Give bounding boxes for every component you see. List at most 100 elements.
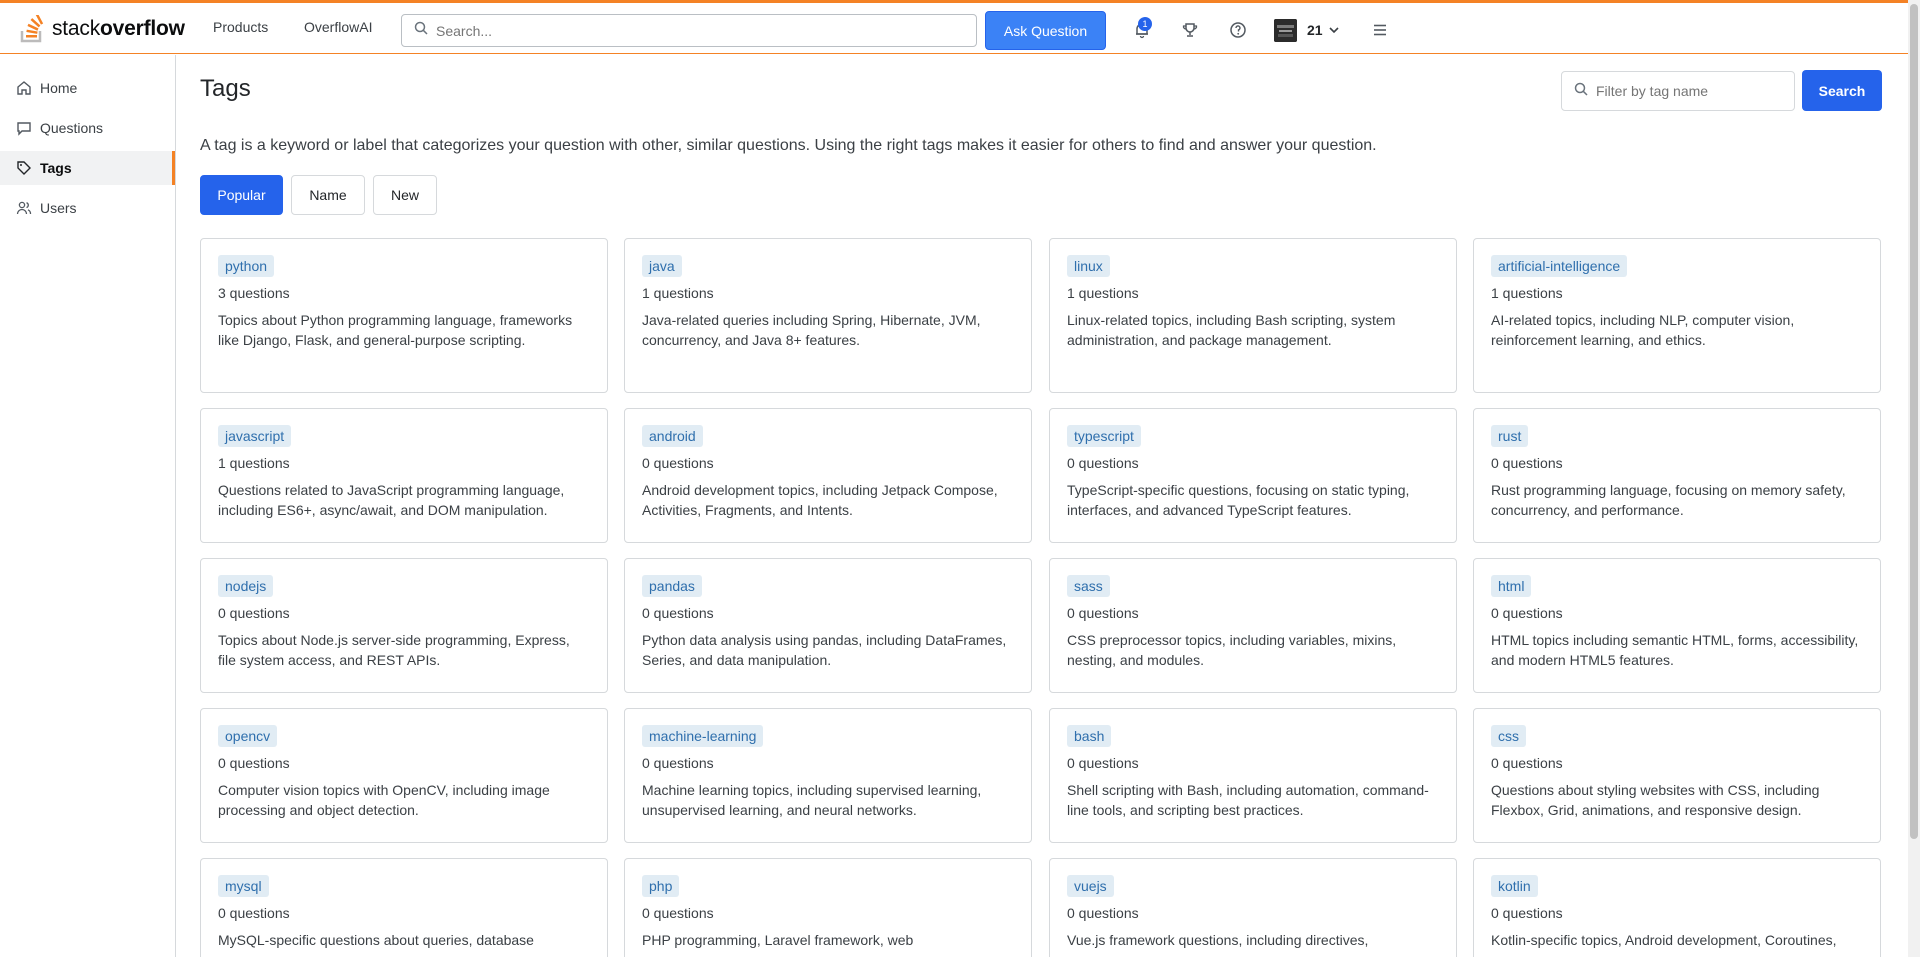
tag-link[interactable]: java <box>642 255 682 277</box>
tab-new[interactable]: New <box>373 175 437 215</box>
tag-question-count: 0 questions <box>642 455 714 471</box>
tag-link[interactable]: css <box>1491 725 1526 747</box>
tag-question-count: 0 questions <box>1491 755 1563 771</box>
tag-link[interactable]: opencv <box>218 725 278 747</box>
tag-description: Topics about Node.js server-side program… <box>218 632 570 668</box>
tag-question-count: 0 questions <box>1491 605 1563 621</box>
tag-question-count: 1 questions <box>218 455 290 471</box>
nav-products[interactable]: Products <box>213 19 268 35</box>
tag-card: android 0 questions Android development … <box>624 408 1032 543</box>
tag-card: php 0 questions PHP programming, Laravel… <box>624 858 1032 957</box>
tag-description: HTML topics including semantic HTML, for… <box>1491 632 1859 668</box>
chevron-down-icon[interactable] <box>1327 23 1345 41</box>
tag-link[interactable]: machine-learning <box>642 725 764 747</box>
tag-question-count: 0 questions <box>642 905 714 921</box>
tag-description: Vue.js framework questions, including di… <box>1067 932 1369 948</box>
tag-question-count: 0 questions <box>1067 605 1139 621</box>
tag-question-count: 0 questions <box>642 605 714 621</box>
ask-question-button[interactable]: Ask Question <box>985 11 1106 50</box>
global-search[interactable] <box>401 14 977 47</box>
tag-description: Rust programming language, focusing on m… <box>1491 482 1846 518</box>
tag-question-count: 0 questions <box>1491 905 1563 921</box>
tag-card: css 0 questions Questions about styling … <box>1473 708 1881 843</box>
tag-description: PHP programming, Laravel framework, web <box>642 932 914 948</box>
stackoverflow-logo[interactable]: stackoverflow <box>20 13 185 45</box>
tag-link[interactable]: linux <box>1067 255 1110 277</box>
tag-card: python 3 questions Topics about Python p… <box>200 238 608 393</box>
tag-card: java 1 questions Java-related queries in… <box>624 238 1032 393</box>
tag-link[interactable]: javascript <box>218 425 292 447</box>
tag-link[interactable]: sass <box>1067 575 1110 597</box>
tag-question-count: 0 questions <box>218 755 290 771</box>
tag-link[interactable]: python <box>218 255 275 277</box>
tag-description: Questions related to JavaScript programm… <box>218 482 565 518</box>
search-button[interactable]: Search <box>1802 70 1882 111</box>
tag-question-count: 0 questions <box>1067 455 1139 471</box>
tag-link[interactable]: php <box>642 875 680 897</box>
tag-card: rust 0 questions Rust programming langua… <box>1473 408 1881 543</box>
tags-intro: A tag is a keyword or label that categor… <box>200 137 1377 154</box>
home-icon <box>16 80 32 96</box>
tag-description: MySQL-specific questions about queries, … <box>218 932 534 948</box>
sidebar-item-users[interactable]: Users <box>0 191 175 225</box>
help-icon[interactable] <box>1229 21 1247 39</box>
tag-description: Python data analysis using pandas, inclu… <box>642 632 1007 668</box>
search-icon <box>1574 82 1588 101</box>
filter-tag-input[interactable] <box>1596 83 1786 99</box>
hamburger-menu-icon[interactable] <box>1371 21 1389 39</box>
tag-card: bash 0 questions Shell scripting with Ba… <box>1049 708 1457 843</box>
top-bar: stackoverflow Products OverflowAI Ask Qu… <box>0 0 1920 54</box>
page-scrollbar[interactable] <box>1908 0 1920 957</box>
tag-link[interactable]: kotlin <box>1491 875 1538 897</box>
tag-description: Java-related queries including Spring, H… <box>642 312 981 348</box>
tag-card: sass 0 questions CSS preprocessor topics… <box>1049 558 1457 693</box>
tag-card: opencv 0 questions Computer vision topic… <box>200 708 608 843</box>
tab-name[interactable]: Name <box>291 175 365 215</box>
nav-overflowai[interactable]: OverflowAI <box>304 19 372 35</box>
tag-link[interactable]: mysql <box>218 875 269 897</box>
sidebar-item-home[interactable]: Home <box>0 71 175 105</box>
sidebar-item-label: Home <box>40 80 78 96</box>
reputation-count: 21 <box>1307 22 1323 38</box>
tag-description: CSS preprocessor topics, including varia… <box>1067 632 1397 668</box>
tag-link[interactable]: typescript <box>1067 425 1141 447</box>
tag-description: Computer vision topics with OpenCV, incl… <box>218 782 550 818</box>
tag-description: AI-related topics, including NLP, comput… <box>1491 312 1795 348</box>
tag-link[interactable]: nodejs <box>218 575 274 597</box>
tag-question-count: 1 questions <box>1491 285 1563 301</box>
tag-question-count: 0 questions <box>1067 905 1139 921</box>
tag-link[interactable]: rust <box>1491 425 1529 447</box>
tag-link[interactable]: artificial-intelligence <box>1491 255 1628 277</box>
tag-card: html 0 questions HTML topics including s… <box>1473 558 1881 693</box>
sidebar-item-tags[interactable]: Tags <box>0 151 175 185</box>
sidebar-item-label: Questions <box>40 120 104 136</box>
tag-link[interactable]: android <box>642 425 703 447</box>
users-icon <box>16 200 32 216</box>
stack-logo-icon <box>20 13 46 43</box>
search-input[interactable] <box>436 22 956 39</box>
tag-filter[interactable] <box>1561 71 1795 111</box>
tag-icon <box>16 160 32 176</box>
tag-link[interactable]: vuejs <box>1067 875 1114 897</box>
tag-description: Linux-related topics, including Bash scr… <box>1067 312 1396 348</box>
sidebar-item-label: Tags <box>40 160 72 176</box>
tag-card: artificial-intelligence 1 questions AI-r… <box>1473 238 1881 393</box>
sidebar-item-questions[interactable]: Questions <box>0 111 175 145</box>
logo-text: stackoverflow <box>52 17 185 40</box>
page-title: Tags <box>200 75 251 102</box>
tag-question-count: 3 questions <box>218 285 290 301</box>
tag-card: kotlin 0 questions Kotlin-specific topic… <box>1473 858 1881 957</box>
tag-question-count: 0 questions <box>218 605 290 621</box>
sidebar-item-label: Users <box>40 200 77 216</box>
tag-description: Kotlin-specific topics, Android developm… <box>1491 932 1837 948</box>
tag-description: TypeScript-specific questions, focusing … <box>1067 482 1410 518</box>
scrollbar-thumb[interactable] <box>1910 4 1918 839</box>
tag-description: Shell scripting with Bash, including aut… <box>1067 782 1429 818</box>
tab-popular[interactable]: Popular <box>200 175 283 215</box>
tag-link[interactable]: html <box>1491 575 1532 597</box>
trophy-icon[interactable] <box>1181 21 1199 39</box>
tag-link[interactable]: pandas <box>642 575 702 597</box>
tag-card: typescript 0 questions TypeScript-specif… <box>1049 408 1457 543</box>
avatar[interactable] <box>1274 19 1297 42</box>
tag-link[interactable]: bash <box>1067 725 1112 747</box>
